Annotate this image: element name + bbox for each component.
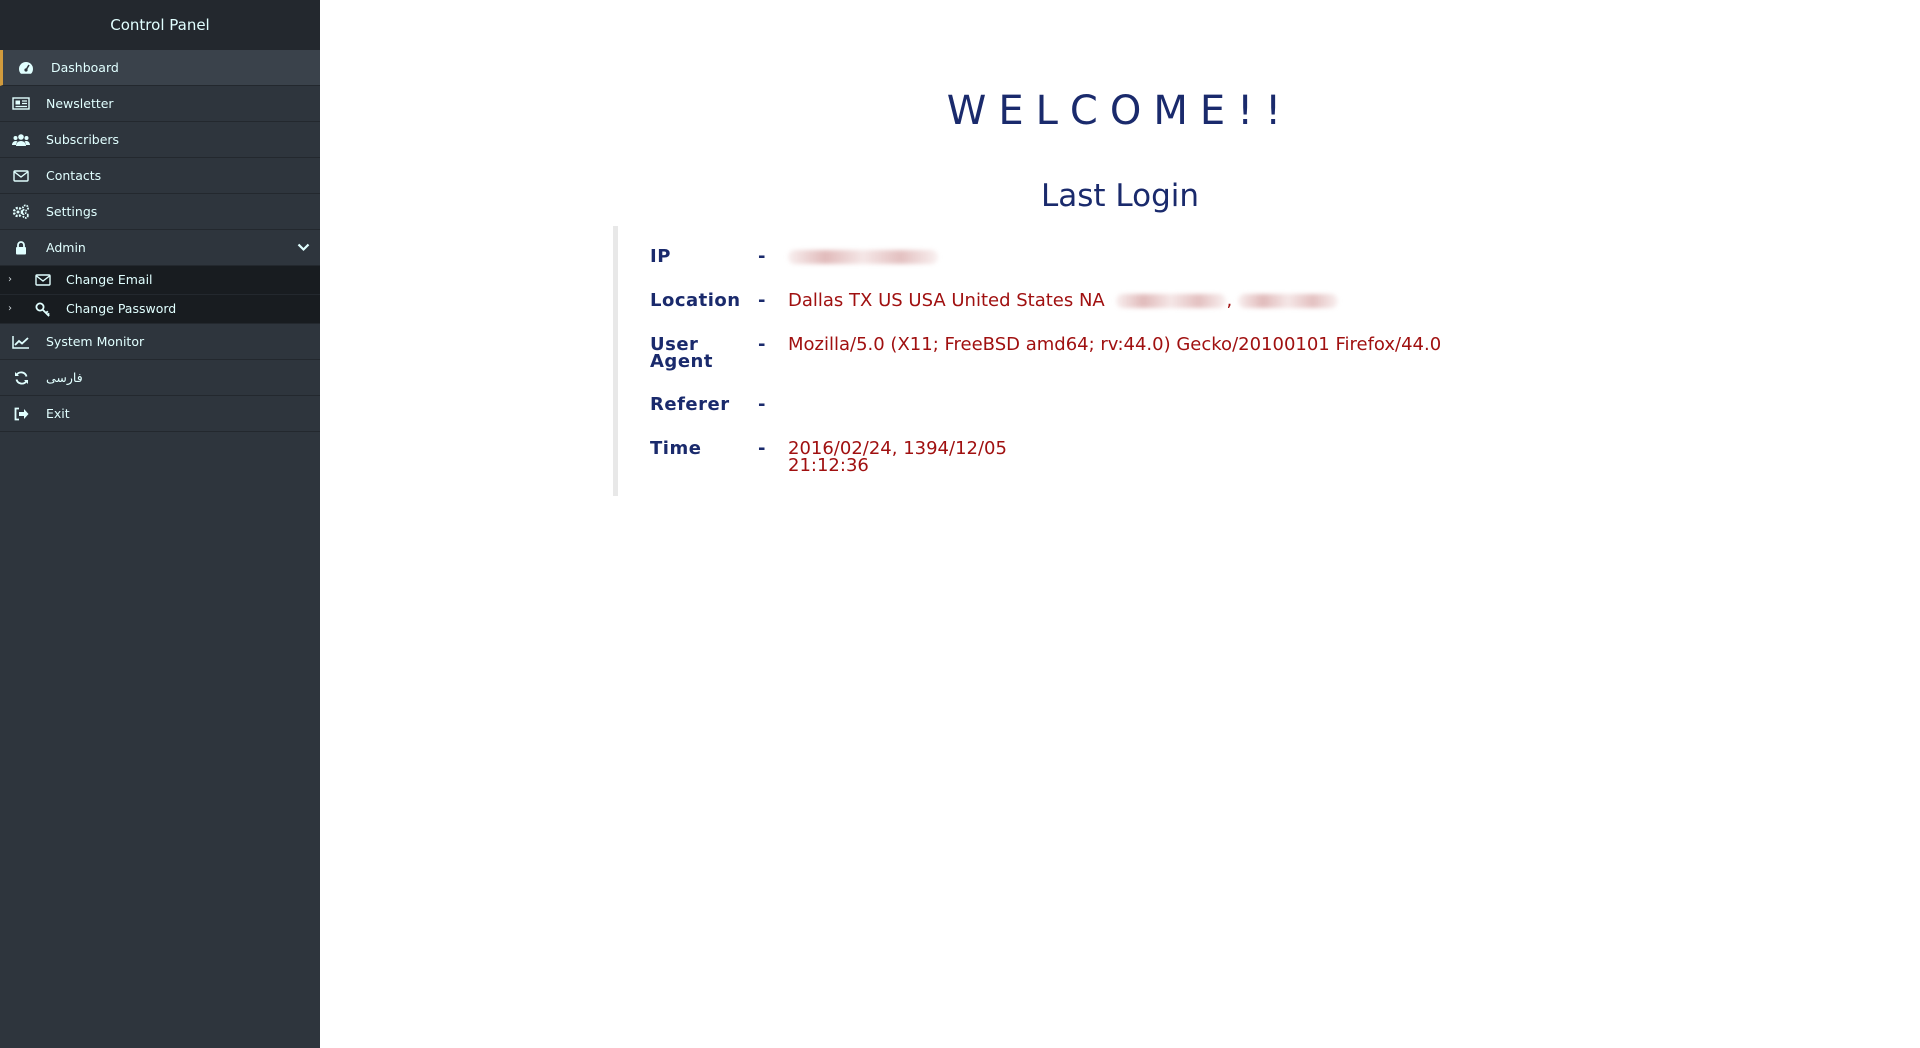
admin-submenu: › Change Email › Change Password	[0, 266, 320, 324]
sign-out-icon	[10, 396, 32, 431]
sidebar-item-label: Admin	[46, 240, 86, 255]
redacted-ip	[788, 250, 938, 264]
location-text: Dallas TX US USA United States NA	[788, 290, 1105, 311]
sidebar: Control Panel Dashboard Newsletter Subsc…	[0, 0, 320, 1048]
sidebar-item-contacts[interactable]: Contacts	[0, 158, 320, 194]
lock-icon	[10, 230, 32, 265]
redacted-location-2	[1237, 294, 1338, 308]
last-login-heading: Last Login	[1040, 178, 1200, 214]
info-label-line: Agent	[650, 351, 713, 372]
last-login-info: IP - Location - Dallas TX US USA United …	[613, 226, 1518, 496]
chevron-right-icon: ›	[8, 274, 12, 285]
sidebar-subitem-label: Change Email	[66, 272, 153, 287]
sidebar-item-label: Newsletter	[46, 96, 114, 111]
info-value-location: Dallas TX US USA United States NA ,	[788, 290, 1488, 311]
sidebar-subitem-change-email[interactable]: › Change Email	[0, 266, 320, 295]
sidebar-item-language[interactable]: فارسی	[0, 360, 320, 396]
gears-icon	[10, 194, 32, 229]
sidebar-item-label: Contacts	[46, 168, 102, 183]
time-clock: 21:12:36	[788, 455, 869, 476]
sidebar-item-system-monitor[interactable]: System Monitor	[0, 324, 320, 360]
info-label: Location	[650, 290, 741, 311]
info-label: Time	[650, 438, 702, 459]
sidebar-item-dashboard[interactable]: Dashboard	[0, 50, 320, 86]
sidebar-item-exit[interactable]: Exit	[0, 396, 320, 432]
info-value-time: 2016/02/24, 1394/12/05 21:12:36	[788, 440, 1488, 476]
dashboard-icon	[15, 50, 37, 85]
info-separator: -	[758, 246, 766, 267]
sidebar-item-subscribers[interactable]: Subscribers	[0, 122, 320, 158]
sidebar-item-label: Exit	[46, 406, 70, 421]
info-separator: -	[758, 438, 766, 459]
sidebar-menu-lower: System Monitor فارسی Exit	[0, 324, 320, 432]
sidebar-item-settings[interactable]: Settings	[0, 194, 320, 230]
sidebar-title: Control Panel	[0, 0, 320, 50]
info-value-ip	[788, 248, 1488, 265]
refresh-icon	[10, 360, 32, 395]
info-separator: -	[758, 334, 766, 355]
envelope-icon	[10, 158, 32, 193]
newspaper-icon	[10, 86, 32, 121]
chevron-right-icon: ›	[8, 303, 12, 314]
line-chart-icon	[10, 324, 32, 359]
sidebar-item-label: Settings	[46, 204, 98, 219]
chevron-down-icon[interactable]	[297, 230, 310, 265]
sidebar-subitem-label: Change Password	[66, 301, 177, 316]
users-icon	[10, 122, 32, 157]
info-separator: -	[758, 290, 766, 311]
key-icon	[32, 295, 54, 323]
sidebar-item-label: Subscribers	[46, 132, 120, 147]
info-label: Referer	[650, 394, 730, 415]
info-label: User Agent	[650, 336, 750, 372]
sidebar-menu: Dashboard Newsletter Subscribers Contact…	[0, 50, 320, 266]
sidebar-item-label: Dashboard	[51, 60, 119, 75]
sidebar-subitem-change-password[interactable]: › Change Password	[0, 295, 320, 324]
sidebar-item-newsletter[interactable]: Newsletter	[0, 86, 320, 122]
sidebar-item-admin[interactable]: Admin	[0, 230, 320, 266]
info-separator: -	[758, 394, 766, 415]
sidebar-item-label: System Monitor	[46, 334, 145, 349]
sidebar-item-label: فارسی	[46, 370, 83, 385]
info-label: IP	[650, 246, 671, 267]
welcome-heading: WELCOME!!	[946, 88, 1294, 134]
redacted-location-1	[1116, 294, 1227, 308]
envelope-icon	[32, 266, 54, 294]
info-value-user-agent: Mozilla/5.0 (X11; FreeBSD amd64; rv:44.0…	[788, 334, 1442, 355]
main-content: WELCOME!! Last Login IP - Location - Dal…	[320, 0, 1920, 1048]
